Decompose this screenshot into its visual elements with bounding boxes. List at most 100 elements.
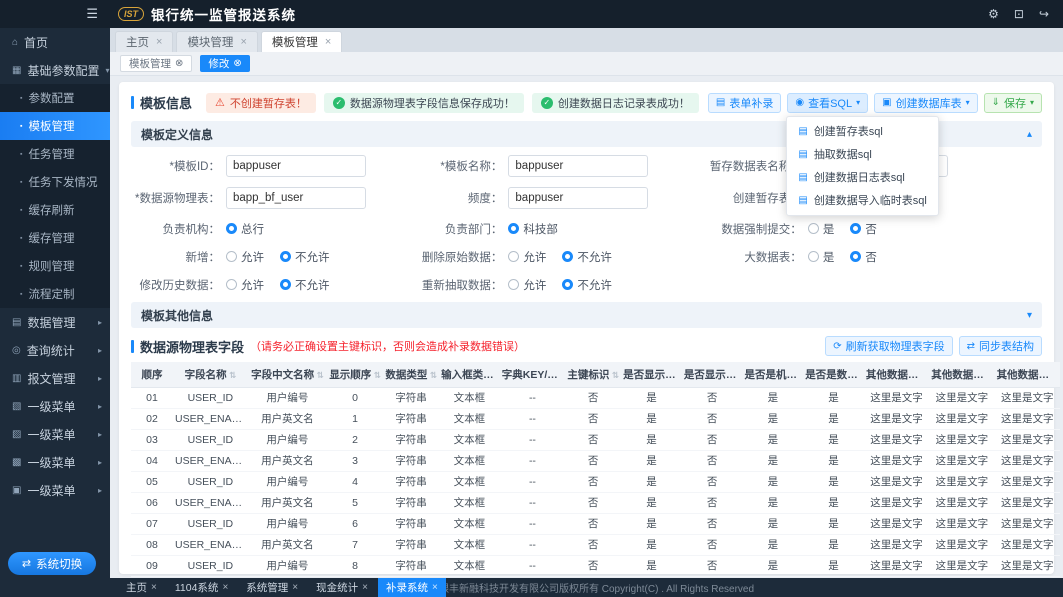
radio-modify-deny[interactable]: 不允许 [280,277,330,293]
btab-backfill-system[interactable]: 补录系统× [378,578,446,597]
sidebar-item-home[interactable]: ⌂首页 [0,28,110,56]
sidebar-item-basic-param-config[interactable]: ▦基础参数配置▾ [0,56,110,84]
view-sql-button[interactable]: ◉查看SQL▾▤创建暂存表sql▤抽取数据sql▤创建数据日志表sql▤创建数据… [787,93,868,113]
sync-structure-button[interactable]: ⇄同步表结构 [959,336,1042,356]
collapse-up-icon[interactable]: ▴ [1027,129,1032,140]
menu-toggle-icon[interactable]: ☰ [86,6,98,22]
sidebar-item-level1-menu-3[interactable]: ▩一级菜单▸ [0,448,110,476]
sort-icon[interactable]: ⇅ [314,370,323,380]
tab-template-management[interactable]: 模板管理× [261,31,342,52]
column-header[interactable]: 主键标识 ⇅ [565,362,621,387]
sql-menu-item[interactable]: ▤抽取数据sql [787,143,938,166]
radio-big-table-no[interactable]: 否 [850,249,877,265]
sidebar-item-task-dispatch-status[interactable]: ▪任务下发情况 [0,168,110,196]
sidebar-item-task-management[interactable]: ▪任务管理 [0,140,110,168]
form-backfill-button[interactable]: ▤表单补录 [708,93,781,113]
radio-delete-deny[interactable]: 不允许 [562,249,612,265]
column-header[interactable]: 顺序 [131,362,173,387]
table-row[interactable]: 07USER_ID用户编号6字符串文本框--否是否是是这里是文字这里是文字这里是… [131,513,1060,534]
column-header[interactable]: 其他数据名称 ⇅ [995,362,1060,387]
refresh-fields-button[interactable]: ⟳刷新获取物理表字段 [825,336,952,356]
close-tab-icon[interactable]: × [432,582,438,593]
column-header[interactable]: 显示顺序 ⇅ [327,362,383,387]
close-tab-icon[interactable]: × [151,582,157,593]
radio-add-deny[interactable]: 不允许 [280,249,330,265]
table-row[interactable]: 08USER_ENAME用户英文名7字符串文本框--否是否是是这里是文字这里是文… [131,534,1060,555]
column-header[interactable]: 数据类型 ⇅ [383,362,439,387]
sidebar-item-cache-management[interactable]: ▪缓存管理 [0,224,110,252]
sidebar-item-process-customization[interactable]: ▪流程定制 [0,280,110,308]
route-tag-edit[interactable]: 修改⊗ [200,55,249,72]
column-header[interactable]: 字典KEY/日.. ⇅ [500,362,565,387]
btab-1104-system[interactable]: 1104系统× [167,578,236,597]
sidebar-item-data-management[interactable]: ▤数据管理▸ [0,308,110,336]
column-header[interactable]: 字段中文名称 ⇅ [248,362,327,387]
settings-icon[interactable]: ⚙ [988,7,999,21]
close-tab-icon[interactable]: × [156,36,162,48]
table-row[interactable]: 05USER_ID用户编号4字符串文本框--否是否是是这里是文字这里是文字这里是… [131,471,1060,492]
sidebar-item-level1-menu-2[interactable]: ▨一级菜单▸ [0,420,110,448]
section-template-other[interactable]: 模板其他信息 ▾ [131,302,1042,328]
column-header[interactable]: 是否显示在.. ⇅ [621,362,682,387]
table-row[interactable]: 02USER_ENAME用户英文名1字符串文本框--否是否是是这里是文字这里是文… [131,408,1060,429]
column-header[interactable]: 其他数据名称 ⇅ [864,362,929,387]
sort-icon[interactable]: ⇅ [609,370,618,380]
frequency-input[interactable] [508,187,648,209]
table-row[interactable]: 03USER_ID用户编号2字符串文本框--否是否是是这里是文字这里是文字这里是… [131,429,1060,450]
close-circle-icon[interactable]: ⊗ [175,58,183,69]
create-db-table-button[interactable]: ▣创建数据库表▾ [874,93,977,113]
sort-icon[interactable]: ⇅ [427,370,436,380]
column-header[interactable]: 是否是机构.. ⇅ [743,362,804,387]
sidebar-item-level1-menu-1[interactable]: ▧一级菜单▸ [0,392,110,420]
tab-module-management[interactable]: 模块管理× [176,31,257,52]
radio-org-head-office[interactable]: 总行 [226,221,264,237]
btab-cash-statistics[interactable]: 现金统计× [308,578,376,597]
table-row[interactable]: 06USER_ENAME用户英文名5字符串文本框--否是否是是这里是文字这里是文… [131,492,1060,513]
fullscreen-icon[interactable]: ⊡ [1014,7,1024,21]
close-tab-icon[interactable]: × [325,36,331,48]
sidebar-item-template-management[interactable]: ▪模板管理 [0,112,110,140]
column-header[interactable]: 其他数据名称 ⇅ [929,362,994,387]
sql-menu-item[interactable]: ▤创建数据日志表sql [787,166,938,189]
radio-extract-allow[interactable]: 允许 [508,277,546,293]
radio-dept-tech[interactable]: 科技部 [508,221,558,237]
close-tab-icon[interactable]: × [362,582,368,593]
sql-menu-item[interactable]: ▤创建暂存表sql [787,120,938,143]
table-row[interactable]: 01USER_ID用户编号0字符串文本框--否是否是是这里是文字这里是文字这里是… [131,387,1060,408]
close-circle-icon[interactable]: ⊗ [233,58,241,69]
sidebar-item-param-config[interactable]: ▪参数配置 [0,84,110,112]
table-row[interactable]: 04USER_ENAME用户英文名3字符串文本框--否是否是是这里是文字这里是文… [131,450,1060,471]
template-id-input[interactable] [226,155,366,177]
btab-home[interactable]: 主页× [118,578,165,597]
tab-home[interactable]: 主页× [115,31,173,52]
sort-icon[interactable]: ⇅ [371,370,380,380]
btab-system-management[interactable]: 系统管理× [238,578,306,597]
column-header[interactable]: 是否是数据.. ⇅ [803,362,864,387]
radio-force-submit-no[interactable]: 否 [850,221,877,237]
column-header[interactable]: 是否显示在.. ⇅ [682,362,743,387]
physical-table-input[interactable] [226,187,366,209]
radio-big-table-yes[interactable]: 是 [808,249,835,265]
collapse-down-icon[interactable]: ▾ [1027,310,1032,321]
close-tab-icon[interactable]: × [240,36,246,48]
radio-force-submit-yes[interactable]: 是 [808,221,835,237]
radio-delete-allow[interactable]: 允许 [508,249,546,265]
column-header[interactable]: 字段名称 ⇅ [173,362,248,387]
sort-icon[interactable]: ⇅ [227,370,236,380]
close-tab-icon[interactable]: × [292,582,298,593]
close-tab-icon[interactable]: × [222,582,228,593]
column-header[interactable]: 输入框类型 ⇅ [439,362,500,387]
radio-add-allow[interactable]: 允许 [226,249,264,265]
route-tag-template-management[interactable]: 模板管理⊗ [120,55,192,72]
logout-icon[interactable]: ↪ [1039,7,1049,21]
save-button[interactable]: ⇓保存▾ [984,93,1042,113]
sort-icon[interactable]: ⇅ [564,370,566,380]
sql-menu-item[interactable]: ▤创建数据导入临时表sql [787,189,938,212]
sidebar-item-level1-menu-4[interactable]: ▣一级菜单▸ [0,476,110,504]
radio-extract-deny[interactable]: 不允许 [562,277,612,293]
sidebar-item-cache-refresh[interactable]: ▪缓存刷新 [0,196,110,224]
table-row[interactable]: 09USER_ID用户编号8字符串文本框--否是否是是这里是文字这里是文字这里是… [131,555,1060,576]
sidebar-item-rule-management[interactable]: ▪规则管理 [0,252,110,280]
sort-icon[interactable]: ⇅ [494,370,500,380]
sidebar-item-query-statistics[interactable]: ◎查询统计▸ [0,336,110,364]
